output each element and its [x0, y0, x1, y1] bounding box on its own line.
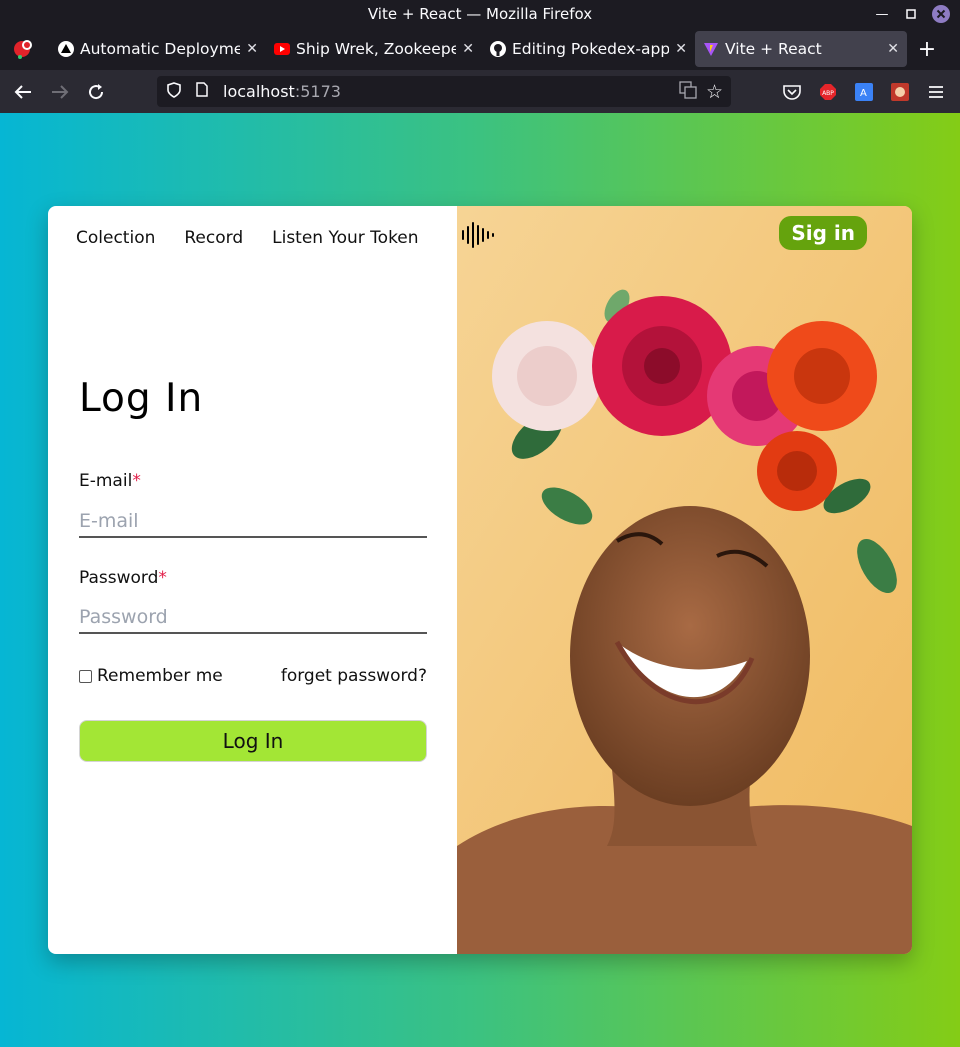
close-tab-icon[interactable]: ✕	[675, 41, 687, 57]
bookmark-star-icon[interactable]: ☆	[706, 81, 723, 103]
close-window-icon[interactable]	[931, 0, 951, 28]
tab-editing-pokedex[interactable]: Editing Pokedex-app/f ✕	[482, 31, 695, 67]
login-panel: Colection Record Listen Your Token Log I…	[48, 206, 457, 954]
address-bar[interactable]: localhost:5173 ☆	[157, 76, 731, 107]
page-icon	[196, 82, 210, 101]
password-input[interactable]	[79, 602, 427, 634]
remember-checkbox[interactable]	[79, 669, 92, 683]
menu-item-listen-your-token[interactable]: Listen Your Token	[272, 228, 418, 248]
remember-label: Remember me	[97, 666, 223, 686]
tab-strip: Automatic Deploymen ✕ Ship Wrek, Zookeep…	[0, 28, 960, 70]
reload-icon[interactable]	[81, 70, 111, 113]
tab-vite-react[interactable]: Vite + React ✕	[695, 31, 907, 67]
back-arrow-icon[interactable]	[8, 70, 38, 113]
close-tab-icon[interactable]: ✕	[246, 41, 258, 57]
menu-item-record[interactable]: Record	[184, 228, 243, 248]
new-tab-button[interactable]: +	[907, 31, 947, 67]
firefox-view-icon[interactable]	[4, 31, 50, 67]
top-menu: Colection Record Listen Your Token	[76, 228, 419, 248]
tab-ship-wrek[interactable]: Ship Wrek, Zookeeper ✕	[266, 31, 482, 67]
tab-label: Ship Wrek, Zookeeper	[296, 40, 457, 58]
window-title: Vite + React — Mozilla Firefox	[367, 5, 593, 23]
hamburger-menu-icon[interactable]	[921, 70, 951, 113]
minimize-icon[interactable]: —	[872, 0, 892, 28]
youtube-icon	[274, 41, 290, 57]
window-titlebar: Vite + React — Mozilla Firefox —	[0, 0, 960, 28]
tab-label: Editing Pokedex-app/f	[512, 40, 670, 58]
remember-me[interactable]: Remember me	[79, 666, 223, 686]
pocket-icon[interactable]	[777, 70, 807, 113]
email-label: E-mail*	[79, 471, 141, 491]
portrait-image	[457, 206, 912, 954]
close-tab-icon[interactable]: ✕	[887, 41, 899, 57]
extension-icon[interactable]	[885, 70, 915, 113]
vite-icon	[703, 41, 719, 57]
github-icon	[490, 41, 506, 57]
password-label: Password*	[79, 568, 167, 588]
navigation-toolbar: localhost:5173 ☆ ABP A	[0, 70, 960, 113]
tab-label: Automatic Deploymen	[80, 40, 241, 58]
hero-image-panel: Sig in	[457, 206, 912, 954]
login-card: Colection Record Listen Your Token Log I…	[48, 206, 912, 954]
maximize-icon[interactable]	[902, 0, 920, 28]
translate-extension-icon[interactable]: A	[849, 70, 879, 113]
vercel-triangle-icon	[58, 41, 74, 57]
sign-in-button[interactable]: Sig in	[779, 216, 867, 250]
email-input[interactable]	[79, 506, 427, 538]
forget-password-link[interactable]: forget password?	[281, 666, 427, 686]
shield-icon[interactable]	[167, 81, 183, 102]
login-title: Log In	[79, 376, 204, 421]
url-text[interactable]: localhost:5173	[223, 82, 341, 101]
sound-wave-icon	[461, 220, 495, 254]
svg-text:ABP: ABP	[822, 90, 834, 97]
close-tab-icon[interactable]: ✕	[462, 41, 474, 57]
adblock-plus-icon[interactable]: ABP	[813, 70, 843, 113]
tab-automatic-deployment[interactable]: Automatic Deploymen ✕	[50, 31, 266, 67]
forward-arrow-icon[interactable]	[45, 70, 75, 113]
login-button[interactable]: Log In	[79, 720, 427, 762]
menu-item-colection[interactable]: Colection	[76, 228, 155, 248]
page-background: Colection Record Listen Your Token Log I…	[0, 113, 960, 1047]
translate-icon[interactable]	[679, 80, 697, 103]
svg-text:A: A	[860, 88, 867, 99]
tab-label: Vite + React	[725, 40, 822, 58]
